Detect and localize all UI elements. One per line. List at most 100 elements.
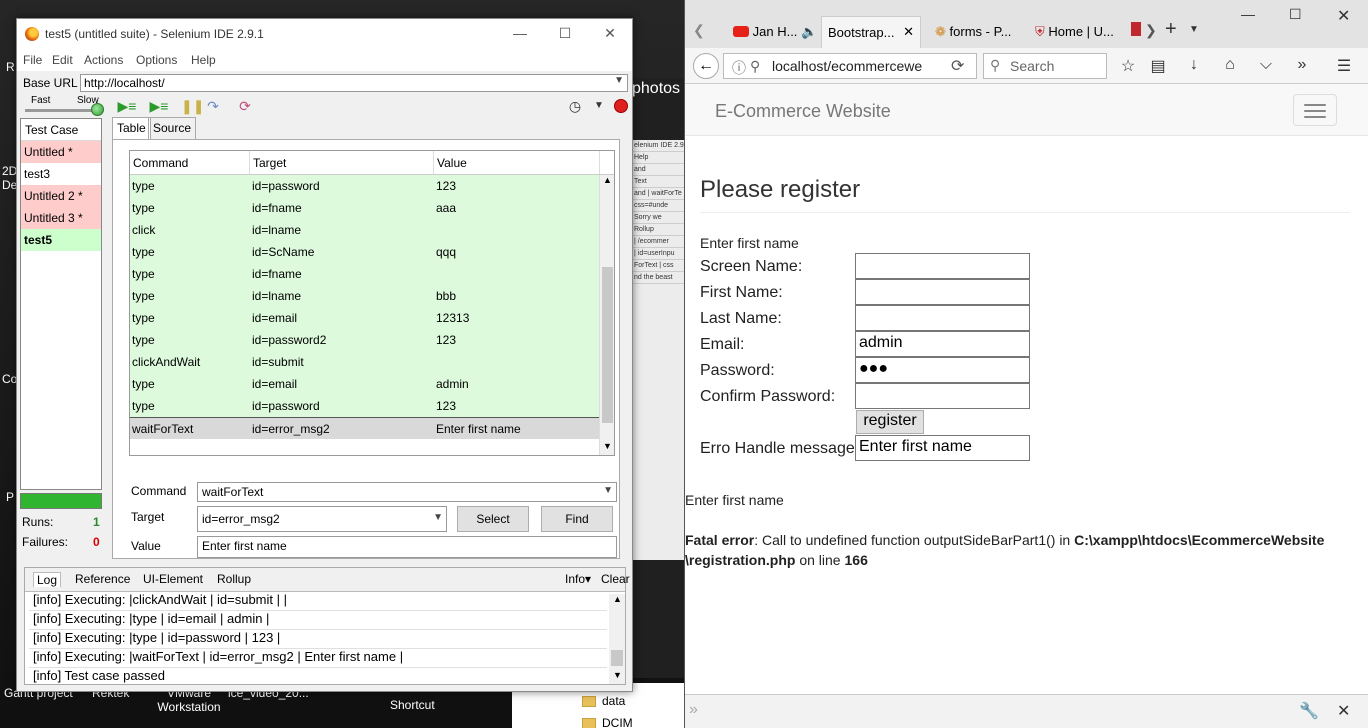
explorer-item-data[interactable]: data [602, 694, 625, 708]
new-tab-icon[interactable]: + [1165, 18, 1177, 41]
log-clear-button[interactable]: Clear [601, 572, 630, 586]
tab-log[interactable]: Log [33, 572, 62, 587]
browser-tab[interactable]: ❁ forms - P... [929, 16, 1025, 48]
table-scrollbar[interactable]: ▲ ▼ [599, 175, 614, 455]
column-header-target[interactable]: Target [250, 151, 434, 174]
browser-tab[interactable]: Jan H... 🔈 [727, 16, 821, 48]
table-row[interactable]: click id=lname [130, 219, 614, 241]
last-name-field[interactable] [855, 305, 1030, 331]
speed-slider-track[interactable] [25, 109, 101, 112]
column-header-value[interactable]: Value [434, 151, 600, 174]
table-row[interactable]: type id=email 12313 [130, 307, 614, 329]
back-button[interactable]: ← [693, 53, 719, 79]
chevron-down-icon[interactable]: ▼ [1189, 24, 1199, 35]
password-field[interactable]: ●●● [855, 357, 1030, 383]
maximize-button[interactable]: ☐ [555, 25, 575, 42]
test-case-item[interactable]: test5 [21, 229, 101, 251]
screen-name-field[interactable] [855, 253, 1030, 279]
speed-slider-handle[interactable] [91, 103, 104, 116]
tab-source[interactable]: Source [148, 117, 197, 139]
search-input[interactable]: ⚲ Search [983, 53, 1107, 79]
url-bar[interactable]: ⓘ ⚲ localhost/ecommercewe [723, 53, 977, 79]
pause-icon[interactable]: ❚❚ [181, 97, 204, 115]
console-prompt-icon[interactable]: » [689, 701, 698, 719]
log-scrollbar[interactable]: ▲ ▼ [609, 594, 625, 684]
register-button[interactable]: register [856, 410, 924, 434]
close-tab-icon[interactable]: ✕ [903, 24, 914, 40]
minimize-button[interactable]: — [510, 25, 530, 41]
desktop-label-shortcut[interactable]: Shortcut [390, 698, 435, 712]
step-icon[interactable]: ↷ [203, 97, 223, 115]
tab-rollup[interactable]: Rollup [217, 572, 251, 586]
scroll-up-icon[interactable]: ▲ [603, 175, 612, 185]
test-case-item[interactable]: test3 [21, 163, 101, 185]
select-button[interactable]: Select [457, 506, 529, 532]
record-button[interactable] [614, 99, 628, 113]
browser-tab-active[interactable]: Bootstrap... ✕ [821, 16, 921, 48]
overflow-chevron-icon[interactable]: » [1291, 56, 1313, 74]
log-info-dropdown[interactable]: Info▾ [565, 572, 591, 586]
value-input[interactable]: Enter first name [197, 536, 617, 558]
explorer-item-dcim[interactable]: DCIM [602, 716, 633, 728]
test-case-item[interactable]: Untitled 2 * [21, 185, 101, 207]
table-row[interactable]: type id=ScName qqq [130, 241, 614, 263]
find-button[interactable]: Find [541, 506, 613, 532]
key-icon[interactable]: ⚲ [750, 58, 760, 75]
table-row[interactable]: clickAndWait id=submit [130, 351, 614, 373]
tab-ui-element[interactable]: UI-Element [143, 572, 203, 586]
table-row[interactable]: type id=password2 123 [130, 329, 614, 351]
rollup-icon[interactable]: ⟳ [235, 97, 255, 115]
reload-icon[interactable]: ⟳ [951, 56, 964, 76]
tab-table[interactable]: Table [112, 117, 151, 139]
home-icon[interactable]: ⌂ [1219, 56, 1241, 74]
chevron-down-icon[interactable]: ▼ [589, 97, 609, 115]
table-row[interactable]: type id=fname [130, 263, 614, 285]
site-brand[interactable]: E-Commerce Website [715, 101, 891, 122]
download-icon[interactable]: ↓ [1183, 56, 1205, 74]
browser-tab[interactable]: ⛨ Home | U... [1029, 16, 1129, 48]
menu-file[interactable]: File [23, 53, 42, 67]
command-input[interactable]: waitForText ▼ [197, 482, 617, 502]
email-field[interactable]: admin [855, 331, 1030, 357]
menu-actions[interactable]: Actions [84, 53, 123, 67]
close-button[interactable]: ✕ [1337, 6, 1350, 26]
table-row[interactable]: type id=email admin [130, 373, 614, 395]
desktop-label-r[interactable]: R [6, 60, 15, 74]
table-row[interactable]: type id=lname bbb [130, 285, 614, 307]
menu-options[interactable]: Options [136, 53, 177, 67]
speaker-icon[interactable]: 🔈 [801, 24, 817, 39]
scroll-down-icon[interactable]: ▼ [613, 670, 622, 680]
close-icon[interactable]: ✕ [1337, 701, 1350, 721]
schedule-clock-icon[interactable]: ◷ [565, 97, 585, 115]
chevron-down-icon[interactable]: ▼ [614, 75, 624, 86]
scrollbar-thumb[interactable] [602, 267, 613, 423]
chevron-down-icon[interactable]: ▼ [603, 485, 613, 496]
menu-help[interactable]: Help [191, 53, 216, 67]
base-url-input[interactable]: http://localhost/ ▼ [80, 74, 628, 92]
scrollbar-thumb[interactable] [611, 650, 623, 666]
column-header-command[interactable]: Command [130, 151, 250, 174]
chevron-down-icon[interactable]: ▼ [433, 512, 443, 523]
desktop-label-p[interactable]: P [6, 490, 14, 504]
scroll-down-icon[interactable]: ▼ [603, 441, 612, 451]
play-test-icon[interactable]: ▶≡ [149, 97, 169, 115]
wrench-icon[interactable]: 🔧 [1299, 701, 1319, 721]
maximize-button[interactable]: ☐ [1289, 6, 1302, 23]
table-row[interactable]: type id=password 123 [130, 175, 614, 197]
test-case-item[interactable]: Untitled * [21, 141, 101, 163]
reading-list-icon[interactable]: ▤ [1147, 56, 1169, 76]
first-name-field[interactable] [855, 279, 1030, 305]
test-case-item[interactable]: Untitled 3 * [21, 207, 101, 229]
hamburger-menu-icon[interactable]: ☰ [1333, 56, 1355, 76]
confirm-password-field[interactable] [855, 383, 1030, 409]
menu-edit[interactable]: Edit [52, 53, 73, 67]
table-row[interactable]: type id=fname aaa [130, 197, 614, 219]
pocket-icon[interactable]: ⌵ [1255, 56, 1277, 74]
tab-scroll-left-icon[interactable]: ❮ [693, 22, 705, 39]
table-row[interactable]: type id=password 123 [130, 395, 614, 417]
navbar-toggle-button[interactable] [1293, 94, 1337, 126]
target-input[interactable]: id=error_msg2 ▼ [197, 506, 447, 532]
shield-icon[interactable] [1131, 22, 1141, 36]
scroll-up-icon[interactable]: ▲ [613, 594, 622, 604]
info-icon[interactable]: ⓘ [732, 58, 746, 78]
